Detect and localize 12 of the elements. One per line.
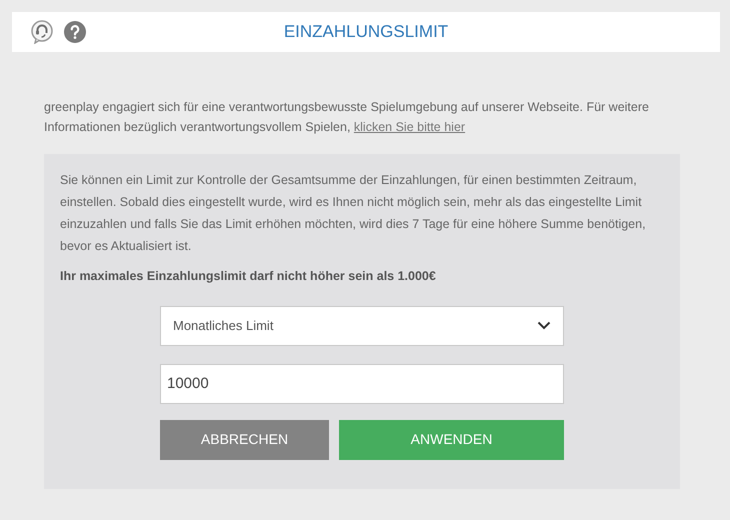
chevron-down-icon (537, 321, 551, 330)
cancel-button[interactable]: ABBRECHEN (160, 420, 329, 460)
description-text: Sie können ein Limit zur Kontrolle der Gesamtsumme der Einzahlungen, für einen bestimmten Zeitraum, einstellen. Sobald dies eingestellt wurde, wird es Ihnen nicht möglich sein, mehr als das eingestellte Limit einzuzahlen und falls Sie das Limit erhöhen möchten, wird dies 7 Tage für eine höhere Summe benötigen, bevor es Aktualisiert ist. (60, 172, 647, 255)
amount-field[interactable]: 10000 (160, 364, 564, 404)
limit-notice: Ihr maximales Einzahlungslimit darf nicht höher sein als 1.000€ (60, 268, 437, 285)
headset-chat-icon[interactable] (30, 20, 54, 44)
window-title: EINZAHLUNGSLIMIT (284, 21, 448, 44)
info-link[interactable]: klicken Sie bitte hier (354, 120, 466, 134)
help-icon[interactable] (64, 21, 86, 43)
apply-button[interactable]: ANWENDEN (339, 420, 564, 460)
intro-text: greenplay engagiert sich für eine verantwortungsbewusste Spielumgebung auf unserer Webseite. Für weitere Informationen bezüglich verantwortungsvollem Spielen, klicken Sie bitte hier (44, 99, 650, 136)
period-select[interactable]: Monatliches Limit (160, 306, 564, 346)
